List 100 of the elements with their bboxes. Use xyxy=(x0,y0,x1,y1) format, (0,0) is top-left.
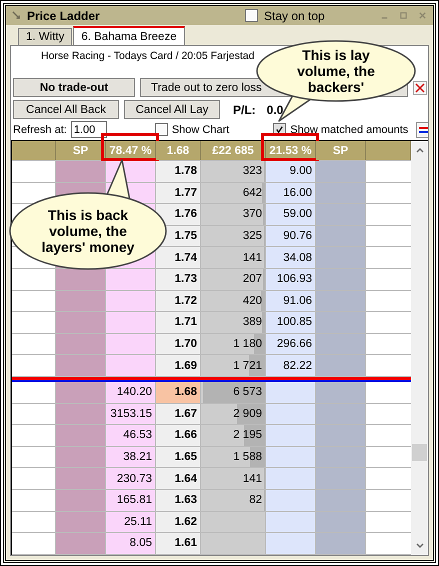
tab[interactable]: 6. Bahama Breeze xyxy=(73,26,185,45)
back-cell[interactable] xyxy=(106,355,156,376)
sp-cell[interactable] xyxy=(316,290,366,312)
back-cell[interactable]: 3153.15 xyxy=(106,404,156,424)
lay-cell[interactable] xyxy=(266,425,316,446)
back-cell[interactable] xyxy=(106,312,156,333)
lay-cell[interactable] xyxy=(266,512,316,532)
sp-cell[interactable] xyxy=(56,355,106,376)
sp-cell[interactable] xyxy=(316,490,366,510)
back-cell[interactable]: 25.11 xyxy=(106,512,156,532)
sp-cell[interactable] xyxy=(56,446,106,468)
price-cell[interactable]: 1.63 xyxy=(156,490,201,510)
back-cell[interactable]: 38.21 xyxy=(106,446,156,468)
scroll-thumb[interactable] xyxy=(412,444,427,461)
sp-cell[interactable] xyxy=(316,512,366,532)
lay-cell[interactable] xyxy=(266,446,316,468)
sp-cell[interactable] xyxy=(56,490,106,510)
price-cell[interactable]: 1.64 xyxy=(156,468,201,489)
header-cell xyxy=(12,141,56,160)
lay-cell[interactable] xyxy=(266,404,316,424)
back-cell[interactable]: 230.73 xyxy=(106,468,156,489)
sp-cell[interactable] xyxy=(316,247,366,268)
lay-cell[interactable]: 82.22 xyxy=(266,355,316,376)
lay-cell[interactable] xyxy=(266,490,316,510)
sp-cell[interactable] xyxy=(316,382,366,403)
price-cell[interactable]: 1.68 xyxy=(156,382,201,403)
price-cell[interactable]: 1.73 xyxy=(156,268,201,290)
sp-cell[interactable] xyxy=(316,161,366,182)
price-cell[interactable]: 1.74 xyxy=(156,247,201,268)
maximize-icon[interactable] xyxy=(399,11,408,20)
price-cell[interactable]: 1.69 xyxy=(156,355,201,376)
sp-cell[interactable] xyxy=(316,312,366,333)
sp-cell[interactable] xyxy=(56,404,106,424)
price-cell[interactable]: 1.67 xyxy=(156,404,201,424)
sp-cell[interactable] xyxy=(316,468,366,489)
price-cell[interactable]: 1.70 xyxy=(156,334,201,354)
back-cell[interactable]: 8.05 xyxy=(106,533,156,554)
sp-cell[interactable] xyxy=(56,290,106,312)
lay-cell[interactable]: 9.00 xyxy=(266,161,316,182)
sp-cell[interactable] xyxy=(56,268,106,290)
option-checkbox[interactable] xyxy=(154,123,168,136)
price-cell[interactable]: 1.77 xyxy=(156,182,201,204)
stay-on-top-label: Stay on top xyxy=(264,8,325,22)
volume-cell: 1 721 xyxy=(201,355,266,376)
sp-cell[interactable] xyxy=(56,334,106,354)
lay-cell[interactable]: 91.06 xyxy=(266,290,316,312)
colour-lines-icon[interactable] xyxy=(416,122,428,138)
volume-cell: 1 588 xyxy=(201,446,266,468)
sp-cell[interactable] xyxy=(56,382,106,403)
lay-cell[interactable] xyxy=(266,382,316,403)
sp-cell[interactable] xyxy=(56,161,106,182)
lay-cell[interactable]: 59.00 xyxy=(266,204,316,225)
back-cell[interactable]: 46.53 xyxy=(106,425,156,446)
lay-cell[interactable]: 106.93 xyxy=(266,268,316,290)
stay-on-top-checkbox[interactable] xyxy=(245,9,258,22)
lay-cell[interactable] xyxy=(266,468,316,489)
price-cell[interactable]: 1.78 xyxy=(156,161,201,182)
scrollbar[interactable] xyxy=(411,141,428,555)
back-cell[interactable] xyxy=(106,334,156,354)
refresh-field[interactable]: 1.00 xyxy=(70,121,107,138)
cancel-all-lay-button[interactable]: Cancel All Lay xyxy=(124,100,220,119)
sp-cell[interactable] xyxy=(316,334,366,354)
sp-cell[interactable] xyxy=(316,355,366,376)
sp-cell[interactable] xyxy=(316,446,366,468)
header-cell: £22 685 xyxy=(201,141,266,160)
cancel-all-back-button[interactable]: Cancel All Back xyxy=(13,100,119,119)
sp-cell[interactable] xyxy=(316,226,366,246)
lay-cell[interactable]: 16.00 xyxy=(266,182,316,204)
sp-cell[interactable] xyxy=(316,182,366,204)
sp-cell[interactable] xyxy=(316,404,366,424)
price-cell[interactable]: 1.65 xyxy=(156,446,201,468)
pl-label: P/L: xyxy=(233,102,256,116)
price-cell[interactable]: 1.76 xyxy=(156,204,201,225)
price-cell[interactable]: 1.62 xyxy=(156,512,201,532)
lay-cell[interactable]: 90.76 xyxy=(266,226,316,246)
tab[interactable]: 1. Witty xyxy=(18,28,72,45)
pl-value: 0.0 xyxy=(266,102,284,116)
price-cell[interactable]: 1.72 xyxy=(156,290,201,312)
lay-cell[interactable]: 34.08 xyxy=(266,247,316,268)
sp-cell[interactable] xyxy=(56,512,106,532)
sp-cell[interactable] xyxy=(56,533,106,554)
close-icon[interactable] xyxy=(413,80,427,94)
no-trade-out-button[interactable]: No trade-out xyxy=(13,78,135,97)
sp-cell[interactable] xyxy=(56,425,106,446)
sp-cell[interactable] xyxy=(316,268,366,290)
back-cell[interactable] xyxy=(106,268,156,290)
price-cell[interactable]: 1.71 xyxy=(156,312,201,333)
lay-cell[interactable]: 296.66 xyxy=(266,334,316,354)
sp-cell[interactable] xyxy=(316,533,366,554)
lay-cell[interactable] xyxy=(266,533,316,554)
lay-cell[interactable]: 100.85 xyxy=(266,312,316,333)
back-cell[interactable] xyxy=(106,290,156,312)
back-cell[interactable]: 165.81 xyxy=(106,490,156,510)
sp-cell[interactable] xyxy=(56,312,106,333)
back-cell[interactable]: 140.20 xyxy=(106,382,156,403)
sp-cell[interactable] xyxy=(56,468,106,489)
price-cell[interactable]: 1.61 xyxy=(156,533,201,554)
price-cell[interactable]: 1.66 xyxy=(156,425,201,446)
sp-cell[interactable] xyxy=(316,425,366,446)
sp-cell[interactable] xyxy=(316,204,366,225)
